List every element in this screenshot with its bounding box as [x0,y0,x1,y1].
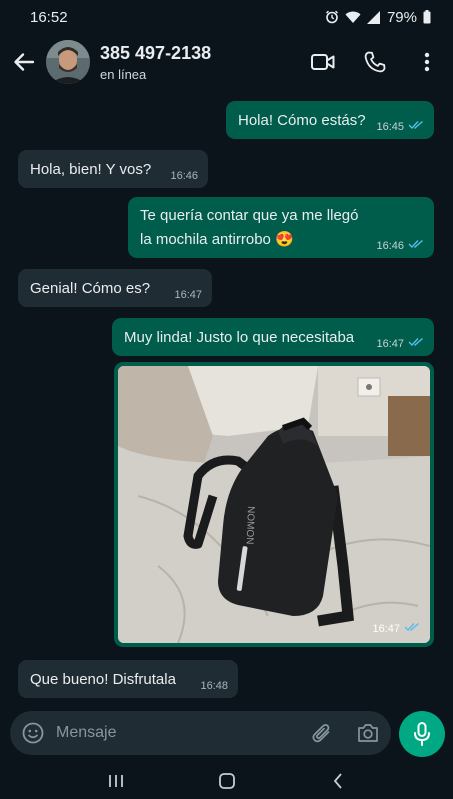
message-input-container [10,711,391,755]
wifi-icon [345,11,361,24]
message-bubble-outgoing[interactable]: Te quería contar que ya me llegó la moch… [128,197,434,258]
chat-messages[interactable]: Hola! Cómo estás? 16:45 Hola, bien! Y vo… [0,90,453,705]
message-bubble-incoming[interactable]: Genial! Cómo es? 16:47 [18,269,212,307]
attach-button[interactable] [299,711,345,755]
recent-apps-button[interactable] [96,766,136,796]
message-time: 16:45 [376,120,404,133]
arrow-left-icon [14,53,35,71]
image-message-bubble[interactable]: NOMON 16:47 [114,362,434,647]
message-time: 16:46 [170,170,198,182]
message-text: Te quería contar que ya me llegó [140,207,359,224]
message-time: 16:47 [376,337,404,350]
emoji-icon [22,722,44,744]
more-options-icon [424,52,430,72]
back-button[interactable] [2,34,46,90]
avatar[interactable] [46,40,90,84]
recent-apps-icon [108,775,123,787]
backpack-photo[interactable]: NOMON 16:47 [118,366,430,643]
paperclip-icon [312,724,330,743]
system-back-button[interactable] [318,766,358,796]
chat-header: 385 497-2138 en línea [0,34,453,90]
signal-icon [366,10,381,24]
message-time: 16:46 [376,239,404,252]
video-call-button[interactable] [297,34,349,90]
voice-call-button[interactable] [349,34,401,90]
system-nav-bar [0,763,453,799]
message-bubble-incoming[interactable]: Hola, bien! Y vos? 16:46 [18,150,208,188]
message-text: Genial! Cómo es? [30,280,151,297]
avatar-photo [46,40,90,84]
message-time: 16:47 [174,289,202,301]
read-receipt-icon [404,622,420,635]
contact-info[interactable]: 385 497-2138 en línea [100,43,297,82]
battery-icon [423,10,431,24]
message-time: 16:48 [200,680,228,692]
video-call-icon [311,54,335,70]
read-receipt-icon [408,239,424,252]
message-text: Muy linda! Justo lo que necesitaba [124,329,355,346]
home-button[interactable] [207,766,247,796]
read-receipt-icon [408,120,424,133]
read-receipt-icon [408,337,424,350]
chevron-left-icon [333,773,342,789]
camera-button[interactable] [345,711,391,755]
backpack-image: NOMON [118,366,430,643]
battery-percentage: 79% [386,8,417,26]
message-composer [0,705,453,763]
message-text: Que bueno! Disfrutala [30,671,176,688]
message-text: Hola! Cómo estás? [238,112,366,129]
emoji-button[interactable] [10,711,56,755]
message-input[interactable] [56,724,299,742]
camera-icon [358,724,378,742]
message-time: 16:47 [372,622,400,635]
message-bubble-incoming[interactable]: Que bueno! Disfrutala 16:48 [18,660,238,698]
message-text: Hola, bien! Y vos? [30,161,152,178]
alarm-icon [325,10,339,24]
contact-status: en línea [100,66,147,82]
more-options-button[interactable] [401,34,453,90]
message-bubble-outgoing[interactable]: Hola! Cómo estás? 16:45 [226,101,434,139]
voice-message-button[interactable] [399,711,445,757]
backpack-brand-text: NOMON [244,506,256,545]
microphone-icon [414,722,430,746]
status-bar: 16:52 79% [0,0,453,34]
message-bubble-outgoing[interactable]: Muy linda! Justo lo que necesitaba 16:47 [112,318,434,356]
contact-name: 385 497-2138 [100,42,212,63]
voice-call-icon [364,51,386,73]
home-icon [218,773,235,789]
status-time: 16:52 [30,8,68,26]
